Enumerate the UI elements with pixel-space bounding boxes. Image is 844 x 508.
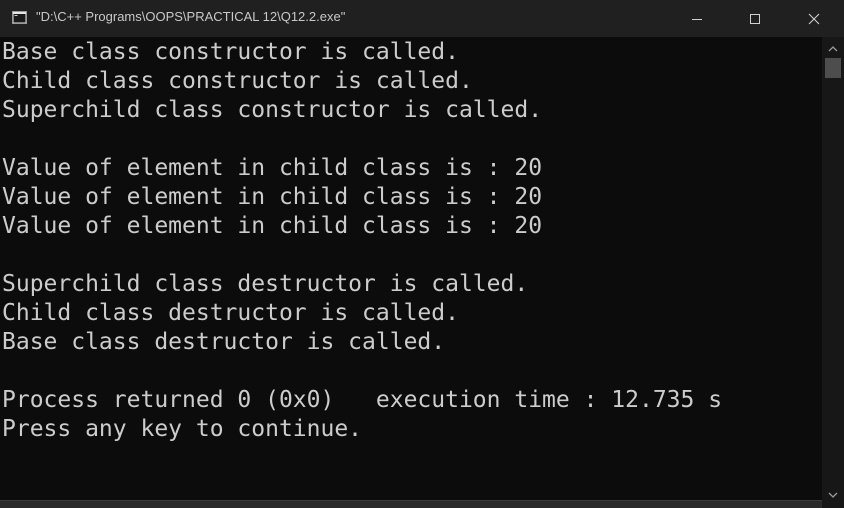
console-line: Child class constructor is called. bbox=[2, 68, 473, 94]
minimize-icon bbox=[692, 18, 702, 20]
console-line: Superchild class destructor is called. bbox=[2, 271, 529, 297]
console-line: Value of element in child class is : 20 bbox=[2, 213, 543, 239]
scroll-thumb[interactable] bbox=[825, 58, 841, 78]
console-app-icon bbox=[12, 11, 27, 24]
close-button[interactable] bbox=[784, 0, 844, 37]
scroll-down-arrow-icon bbox=[828, 492, 838, 498]
console-line: Value of element in child class is : 20 bbox=[2, 184, 543, 210]
scroll-up-arrow-icon bbox=[828, 45, 838, 51]
close-icon bbox=[808, 13, 820, 24]
scroll-up-button[interactable] bbox=[822, 39, 844, 57]
console-line: Value of element in child class is : 20 bbox=[2, 155, 543, 181]
window-title: "D:\C++ Programs\OOPS\PRACTICAL 12\Q12.2… bbox=[36, 9, 346, 24]
console-line: Superchild class constructor is called. bbox=[2, 97, 543, 123]
title-bar[interactable]: "D:\C++ Programs\OOPS\PRACTICAL 12\Q12.2… bbox=[0, 0, 844, 37]
maximize-button[interactable] bbox=[726, 0, 784, 37]
console-line: Base class destructor is called. bbox=[2, 329, 446, 355]
vertical-scrollbar[interactable] bbox=[822, 37, 844, 508]
minimize-button[interactable] bbox=[668, 0, 726, 37]
console-line: Process returned 0 (0x0) execution time … bbox=[2, 387, 723, 413]
console-line: Press any key to continue. bbox=[2, 416, 363, 442]
console-line: Child class destructor is called. bbox=[2, 300, 459, 326]
console-output[interactable]: Base class constructor is called. Child … bbox=[0, 37, 822, 508]
console-window: "D:\C++ Programs\OOPS\PRACTICAL 12\Q12.2… bbox=[0, 0, 844, 508]
console-line: Base class constructor is called. bbox=[2, 39, 459, 65]
maximize-icon bbox=[750, 13, 760, 24]
window-bottom-edge bbox=[0, 500, 822, 508]
scroll-down-button[interactable] bbox=[822, 486, 844, 504]
